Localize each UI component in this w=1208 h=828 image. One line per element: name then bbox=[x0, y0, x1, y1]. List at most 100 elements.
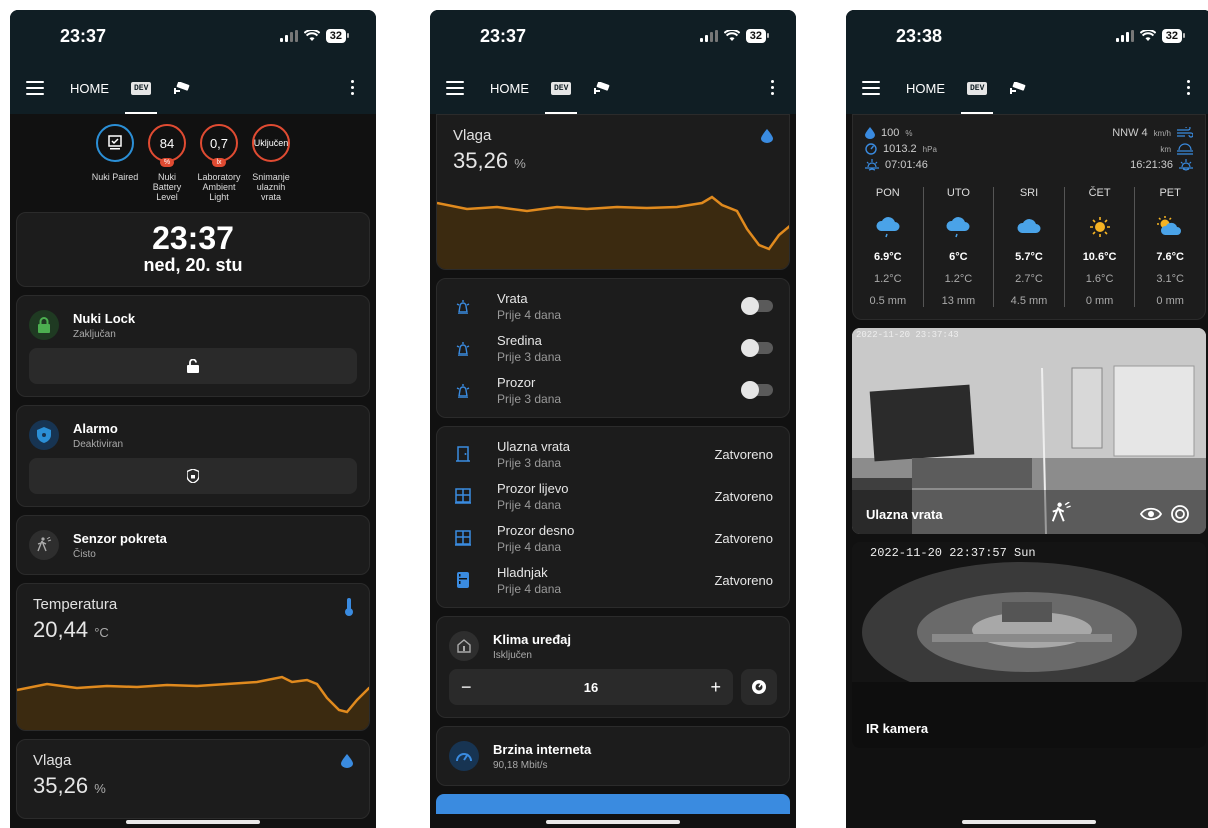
badge-value: 0,7 bbox=[209, 135, 229, 151]
humidity-graph bbox=[437, 195, 789, 269]
switch-toggle[interactable] bbox=[741, 339, 773, 357]
sensor-name: Prozor lijevo bbox=[497, 480, 569, 496]
hvac-mode-button[interactable] bbox=[741, 669, 777, 705]
forecast-high: 10.6°C bbox=[1082, 251, 1117, 263]
status-time: 23:37 bbox=[60, 25, 107, 46]
arm-button[interactable] bbox=[29, 458, 357, 494]
badge-label: Nuki Paired bbox=[91, 172, 139, 182]
tab-dev[interactable]: DEV bbox=[960, 62, 994, 114]
badge-nuki-battery[interactable]: 84% Nuki Battery Level bbox=[143, 124, 191, 202]
overflow-menu-icon[interactable] bbox=[771, 80, 774, 95]
sensor-state: Zatvoreno bbox=[714, 572, 773, 588]
increase-button[interactable]: + bbox=[710, 677, 721, 698]
target-temperature: 16 bbox=[583, 679, 599, 695]
sensor-sub: Prije 4 dana bbox=[497, 497, 562, 512]
forecast-day: SRI 5.7°C 2.7°C 4.5 mm bbox=[994, 187, 1065, 307]
switch-row[interactable]: Sredina Prije 3 dana bbox=[437, 327, 789, 369]
decrease-button[interactable]: − bbox=[461, 677, 472, 698]
tab-home[interactable]: HOME bbox=[70, 62, 109, 114]
sensor-state: Zatvoreno bbox=[714, 446, 773, 462]
lock-card: Nuki Lock Zaključan bbox=[16, 295, 370, 397]
contact-sensors-card: Ulazna vrata Prije 3 dana Zatvoreno Prozo… bbox=[436, 426, 790, 608]
badge-recording[interactable]: Uključen Snimanje ulaznih vrata bbox=[247, 124, 295, 202]
weather-pressure-unit: hPa bbox=[922, 144, 937, 154]
switch-toggle[interactable] bbox=[741, 297, 773, 315]
unlock-button[interactable] bbox=[29, 348, 357, 384]
wifi-icon bbox=[723, 30, 740, 41]
tab-cameras[interactable] bbox=[1009, 62, 1027, 114]
sensor-name: Hladnjak bbox=[497, 564, 548, 580]
lock-icon bbox=[29, 310, 59, 340]
tab-cameras[interactable] bbox=[173, 62, 191, 114]
tab-dev[interactable]: DEV bbox=[124, 62, 158, 114]
badge-ambient-light[interactable]: 0,7 lx Laboratory Ambient Light bbox=[195, 124, 243, 202]
motion-sensor-icon bbox=[29, 530, 59, 560]
alarm-entity[interactable]: Alarmo Deaktiviran bbox=[17, 406, 369, 458]
internet-state: 90,18 Mbit/s bbox=[493, 759, 548, 771]
climate-entity[interactable]: Klima uređaj Isključen bbox=[437, 617, 789, 669]
forecast-high: 6°C bbox=[949, 251, 968, 263]
clock-time: 23:37 bbox=[152, 220, 234, 256]
tab-home[interactable]: HOME bbox=[490, 62, 529, 114]
badge-value: 84 bbox=[159, 135, 175, 151]
badge-value: Uključen bbox=[253, 138, 289, 148]
shield-icon bbox=[29, 420, 59, 450]
menu-icon[interactable] bbox=[862, 81, 880, 95]
sensor-row[interactable]: Ulazna vrata Prije 3 dana Zatvoreno bbox=[437, 433, 789, 475]
sensor-sub: Prije 3 dana bbox=[497, 455, 562, 470]
cctv-icon bbox=[174, 82, 190, 94]
forecast-row: PON 6.9°C 1.2°C 0.5 mm UTO 6°C 1.2°C 13 … bbox=[853, 173, 1205, 319]
power-dial-icon bbox=[752, 680, 766, 694]
home-indicator bbox=[126, 820, 260, 824]
eye-icon[interactable] bbox=[1140, 506, 1162, 522]
motion-entity[interactable]: Senzor pokreta Čisto bbox=[17, 516, 369, 574]
sensor-row[interactable]: Hladnjak Prije 4 dana Zatvoreno bbox=[437, 559, 789, 601]
switches-card: Vrata Prije 4 dana Sredina Prije 3 dana Pr… bbox=[436, 278, 790, 418]
badge-label: Laboratory Ambient Light bbox=[197, 172, 241, 202]
switch-sub: Prije 3 dana bbox=[497, 349, 562, 364]
motion-card: Senzor pokreta Čisto bbox=[16, 515, 370, 575]
camera-feed-entrance[interactable]: 2022-11-20 23:37:43 Ulazna vrata bbox=[852, 328, 1206, 534]
weather-card[interactable]: 100% 1013.2 hPa 07:01:46 NNW 4 km/h km 16:… bbox=[852, 114, 1206, 320]
humidity-card[interactable]: Vlaga 35,26 % bbox=[436, 114, 790, 270]
switch-name: Prozor bbox=[497, 374, 536, 390]
menu-icon[interactable] bbox=[446, 81, 464, 95]
camera-feed-ir[interactable]: 2022-11-20 22:37:57 Sun IR kamera bbox=[852, 542, 1206, 748]
weather-pressure: 1013.2 bbox=[883, 143, 917, 155]
forecast-precip: 13 mm bbox=[941, 295, 976, 307]
overflow-menu-icon[interactable] bbox=[1187, 80, 1190, 95]
temperature-value: 20,44 bbox=[33, 617, 89, 642]
forecast-day-name: PON bbox=[875, 187, 900, 199]
record-icon[interactable] bbox=[1170, 504, 1190, 524]
tab-dev[interactable]: DEV bbox=[544, 62, 578, 114]
motion-sensor-icon[interactable] bbox=[1050, 502, 1072, 524]
forecast-precip: 4.5 mm bbox=[1010, 295, 1048, 307]
humidity-icon bbox=[865, 127, 875, 139]
overflow-menu-icon[interactable] bbox=[351, 80, 354, 95]
switch-toggle[interactable] bbox=[741, 381, 773, 399]
sensor-row[interactable]: Prozor lijevo Prije 4 dana Zatvoreno bbox=[437, 475, 789, 517]
tab-home[interactable]: HOME bbox=[906, 62, 945, 114]
switch-row[interactable]: Vrata Prije 4 dana bbox=[437, 285, 789, 327]
check-box-icon bbox=[108, 135, 122, 150]
switch-row[interactable]: Prozor Prije 3 dana bbox=[437, 369, 789, 411]
sensor-state: Zatvoreno bbox=[714, 488, 773, 504]
cctv-icon bbox=[594, 82, 610, 94]
switch-sub: Prije 4 dana bbox=[497, 307, 562, 322]
home-indicator bbox=[962, 820, 1096, 824]
climate-state: Isključen bbox=[493, 649, 532, 661]
lock-entity[interactable]: Nuki Lock Zaključan bbox=[17, 296, 369, 348]
weather-humidity: 100 bbox=[881, 127, 900, 139]
tab-cameras[interactable] bbox=[593, 62, 611, 114]
menu-icon[interactable] bbox=[26, 81, 44, 95]
temperature-card[interactable]: Temperatura 20,44 °C bbox=[16, 583, 370, 731]
humidity-unit: % bbox=[94, 781, 106, 796]
rain-cloud-icon bbox=[946, 217, 970, 238]
signal-icon bbox=[1115, 30, 1134, 42]
badge-nuki-paired[interactable]: Nuki Paired bbox=[91, 124, 139, 202]
sensor-row[interactable]: Prozor desno Prije 4 dana Zatvoreno bbox=[437, 517, 789, 559]
switch-sub: Prije 3 dana bbox=[497, 391, 562, 406]
internet-entity[interactable]: Brzina interneta 90,18 Mbit/s bbox=[437, 727, 789, 785]
humidity-card[interactable]: Vlaga 35,26 % bbox=[16, 739, 370, 819]
temperature-stepper: − 16 + bbox=[449, 669, 733, 705]
